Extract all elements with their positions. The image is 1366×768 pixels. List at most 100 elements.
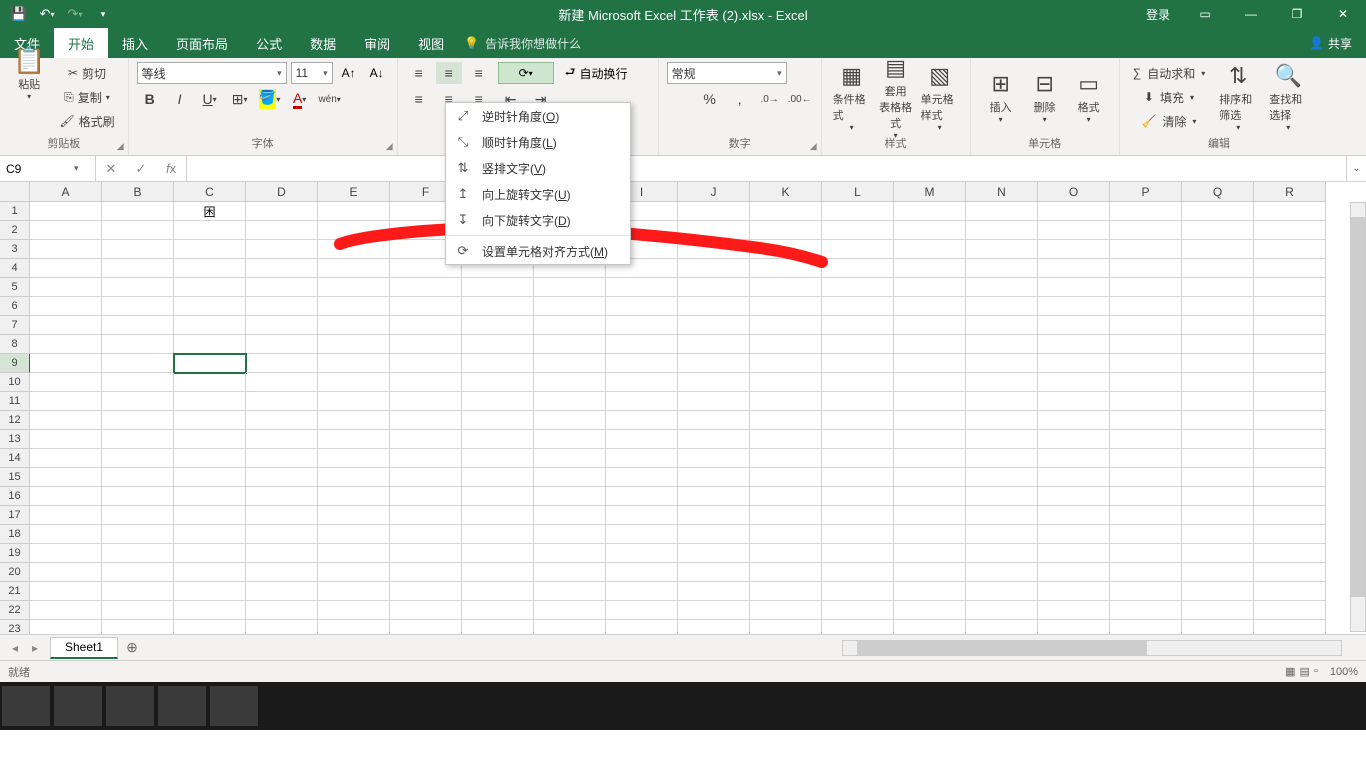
row-header-22[interactable]: 22 <box>0 601 30 620</box>
cell-Q4[interactable] <box>1182 259 1254 278</box>
cell-D10[interactable] <box>246 373 318 392</box>
row-header-21[interactable]: 21 <box>0 582 30 601</box>
cell-A21[interactable] <box>30 582 102 601</box>
cell-L21[interactable] <box>822 582 894 601</box>
cell-H19[interactable] <box>534 544 606 563</box>
cell-J11[interactable] <box>678 392 750 411</box>
col-header-J[interactable]: J <box>678 182 750 202</box>
cell-I11[interactable] <box>606 392 678 411</box>
row-header-6[interactable]: 6 <box>0 297 30 316</box>
sheet-tab-sheet1[interactable]: Sheet1 <box>50 637 118 659</box>
cell-Q2[interactable] <box>1182 221 1254 240</box>
underline-button[interactable]: U▾ <box>197 88 223 110</box>
cell-G5[interactable] <box>462 278 534 297</box>
cell-R11[interactable] <box>1254 392 1326 411</box>
row-header-11[interactable]: 11 <box>0 392 30 411</box>
cell-N15[interactable] <box>966 468 1038 487</box>
cell-M13[interactable] <box>894 430 966 449</box>
cell-F5[interactable] <box>390 278 462 297</box>
cell-C12[interactable] <box>174 411 246 430</box>
autosum-button[interactable]: ∑自动求和▾ <box>1128 62 1211 84</box>
cell-H8[interactable] <box>534 335 606 354</box>
cell-N19[interactable] <box>966 544 1038 563</box>
align-top-button[interactable]: ≡ <box>406 62 432 84</box>
orientation-button[interactable]: ⟳▾ <box>498 62 554 84</box>
cell-J3[interactable] <box>678 240 750 259</box>
cell-B14[interactable] <box>102 449 174 468</box>
cell-I12[interactable] <box>606 411 678 430</box>
cell-O16[interactable] <box>1038 487 1110 506</box>
cell-K2[interactable] <box>750 221 822 240</box>
cell-D16[interactable] <box>246 487 318 506</box>
sheet-nav-next-icon[interactable]: ▸ <box>26 641 44 655</box>
cell-P19[interactable] <box>1110 544 1182 563</box>
cell-D18[interactable] <box>246 525 318 544</box>
cell-F10[interactable] <box>390 373 462 392</box>
row-header-9[interactable]: 9 <box>0 354 30 373</box>
row-header-4[interactable]: 4 <box>0 259 30 278</box>
cell-B7[interactable] <box>102 316 174 335</box>
cell-D15[interactable] <box>246 468 318 487</box>
vertical-scrollbar[interactable] <box>1350 202 1366 632</box>
cell-L2[interactable] <box>822 221 894 240</box>
cell-O14[interactable] <box>1038 449 1110 468</box>
cell-M16[interactable] <box>894 487 966 506</box>
cell-I10[interactable] <box>606 373 678 392</box>
cell-K9[interactable] <box>750 354 822 373</box>
cell-E4[interactable] <box>318 259 390 278</box>
cell-F6[interactable] <box>390 297 462 316</box>
cell-G22[interactable] <box>462 601 534 620</box>
cell-J23[interactable] <box>678 620 750 634</box>
cell-P17[interactable] <box>1110 506 1182 525</box>
clipboard-launcher-icon[interactable]: ◢ <box>117 141 124 152</box>
cell-D12[interactable] <box>246 411 318 430</box>
taskbar-item[interactable] <box>2 686 50 726</box>
menu-angle-ccw[interactable]: ⤢逆时针角度(O) <box>446 103 630 129</box>
cell-P14[interactable] <box>1110 449 1182 468</box>
cell-N17[interactable] <box>966 506 1038 525</box>
cell-G7[interactable] <box>462 316 534 335</box>
row-header-16[interactable]: 16 <box>0 487 30 506</box>
cell-H18[interactable] <box>534 525 606 544</box>
cell-L3[interactable] <box>822 240 894 259</box>
cell-H20[interactable] <box>534 563 606 582</box>
cell-R13[interactable] <box>1254 430 1326 449</box>
cell-M4[interactable] <box>894 259 966 278</box>
col-header-K[interactable]: K <box>750 182 822 202</box>
cell-N16[interactable] <box>966 487 1038 506</box>
menu-format-alignment[interactable]: ⟳设置单元格对齐方式(M) <box>446 238 630 264</box>
cell-J18[interactable] <box>678 525 750 544</box>
cell-R23[interactable] <box>1254 620 1326 634</box>
cell-E3[interactable] <box>318 240 390 259</box>
redo-icon[interactable]: ↷▾ <box>62 2 88 26</box>
cell-C7[interactable] <box>174 316 246 335</box>
cell-P7[interactable] <box>1110 316 1182 335</box>
cell-H10[interactable] <box>534 373 606 392</box>
cell-Q17[interactable] <box>1182 506 1254 525</box>
cell-C5[interactable] <box>174 278 246 297</box>
tab-insert[interactable]: 插入 <box>108 28 162 58</box>
cell-E20[interactable] <box>318 563 390 582</box>
cell-J4[interactable] <box>678 259 750 278</box>
cell-Q5[interactable] <box>1182 278 1254 297</box>
cell-M10[interactable] <box>894 373 966 392</box>
cell-N7[interactable] <box>966 316 1038 335</box>
cell-O19[interactable] <box>1038 544 1110 563</box>
cell-Q18[interactable] <box>1182 525 1254 544</box>
cell-M14[interactable] <box>894 449 966 468</box>
cell-H21[interactable] <box>534 582 606 601</box>
cell-E23[interactable] <box>318 620 390 634</box>
cell-A11[interactable] <box>30 392 102 411</box>
row-header-1[interactable]: 1 <box>0 202 30 221</box>
cell-E1[interactable] <box>318 202 390 221</box>
cell-I14[interactable] <box>606 449 678 468</box>
cell-E14[interactable] <box>318 449 390 468</box>
col-header-A[interactable]: A <box>30 182 102 202</box>
cell-E12[interactable] <box>318 411 390 430</box>
cell-P23[interactable] <box>1110 620 1182 634</box>
cell-Q11[interactable] <box>1182 392 1254 411</box>
cell-C13[interactable] <box>174 430 246 449</box>
cell-B1[interactable] <box>102 202 174 221</box>
grid-body[interactable]: 困 <box>30 202 1326 634</box>
cell-I13[interactable] <box>606 430 678 449</box>
